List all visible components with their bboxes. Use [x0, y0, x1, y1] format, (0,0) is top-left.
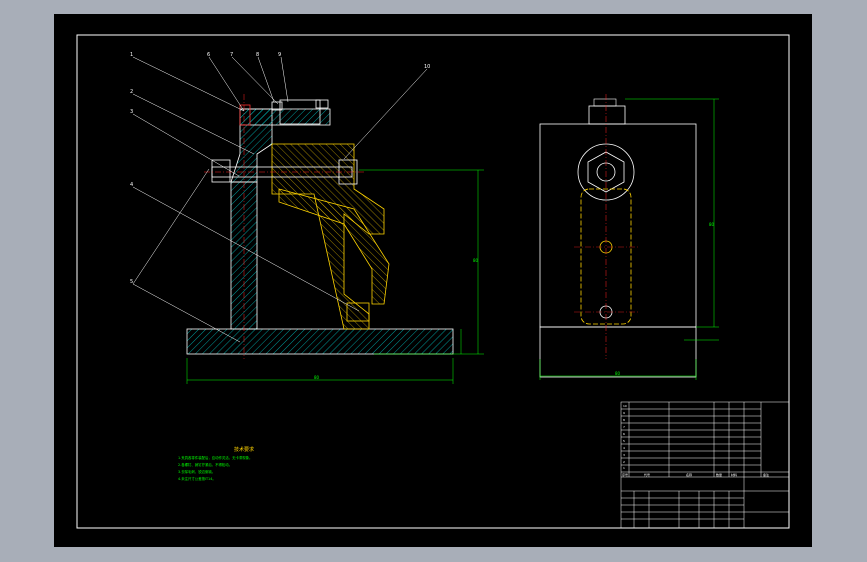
- balloon-3: 3: [130, 109, 134, 115]
- balloon-1: 1: [130, 52, 134, 58]
- balloon-6: 6: [207, 52, 211, 58]
- header-qty: 数量: [716, 473, 723, 477]
- base-plate: [186, 328, 454, 355]
- parts-row-no-6: 6: [623, 432, 625, 436]
- side-view: [539, 94, 719, 380]
- parts-row-no-4: 4: [623, 446, 625, 450]
- parts-row-no-8: 8: [623, 418, 625, 422]
- note-line-2: 2.各螺钉、销钉拧紧后，不得松动。: [178, 463, 233, 467]
- header-name: 名称: [686, 473, 693, 477]
- parts-row-no-1: 1: [623, 466, 625, 470]
- cad-viewport[interactable]: 1 2 3 4 5 6 7 8 9 10 80 80 80 80 技术要求 1.…: [54, 14, 812, 547]
- header-seq: 序号: [622, 473, 629, 477]
- header-code: 代号: [644, 473, 651, 477]
- top-plate: [239, 108, 331, 126]
- parts-row-no-3: 3: [623, 453, 625, 457]
- note-line-4: 4.未注尺寸公差按IT14。: [178, 477, 216, 481]
- side-base: [539, 326, 697, 378]
- balloon-2: 2: [130, 89, 134, 95]
- title-block: [620, 401, 790, 529]
- balloon-5: 5: [130, 279, 134, 285]
- side-top-boss: [588, 105, 626, 125]
- front-view: [132, 56, 484, 384]
- balloon-7: 7: [230, 52, 234, 58]
- notes-title: 技术要求: [234, 447, 255, 453]
- parts-row-no-5: 5: [623, 439, 625, 443]
- header-remark: 备注: [763, 473, 770, 477]
- dim-text-base-length: 80: [314, 375, 320, 380]
- header-material: 材料: [731, 473, 738, 477]
- balloon-9: 9: [278, 52, 282, 58]
- balloon-10: 10: [424, 64, 431, 70]
- dim-text-total-height: 80: [473, 258, 479, 263]
- cad-drawing: [76, 34, 790, 529]
- balloon-8: 8: [256, 52, 260, 58]
- bolt-head-left: [211, 159, 231, 183]
- note-line-1: 1.夹具各零件装配后，应动作灵活，无卡滞现象。: [178, 456, 253, 460]
- parts-row-no-10: 10: [623, 404, 627, 408]
- screw-head-b: [315, 99, 329, 109]
- dim-text-side-width: 80: [615, 371, 621, 376]
- parts-row-no-2: 2: [623, 460, 625, 464]
- dim-text-side-height: 80: [709, 222, 715, 227]
- parts-row-no-7: 7: [623, 425, 625, 429]
- side-body: [539, 123, 697, 328]
- note-line-3: 3.去除毛刺，锐边倒钝。: [178, 470, 216, 474]
- side-thread: [593, 98, 617, 107]
- balloon-4: 4: [130, 182, 134, 188]
- parts-row-no-9: 9: [623, 411, 625, 415]
